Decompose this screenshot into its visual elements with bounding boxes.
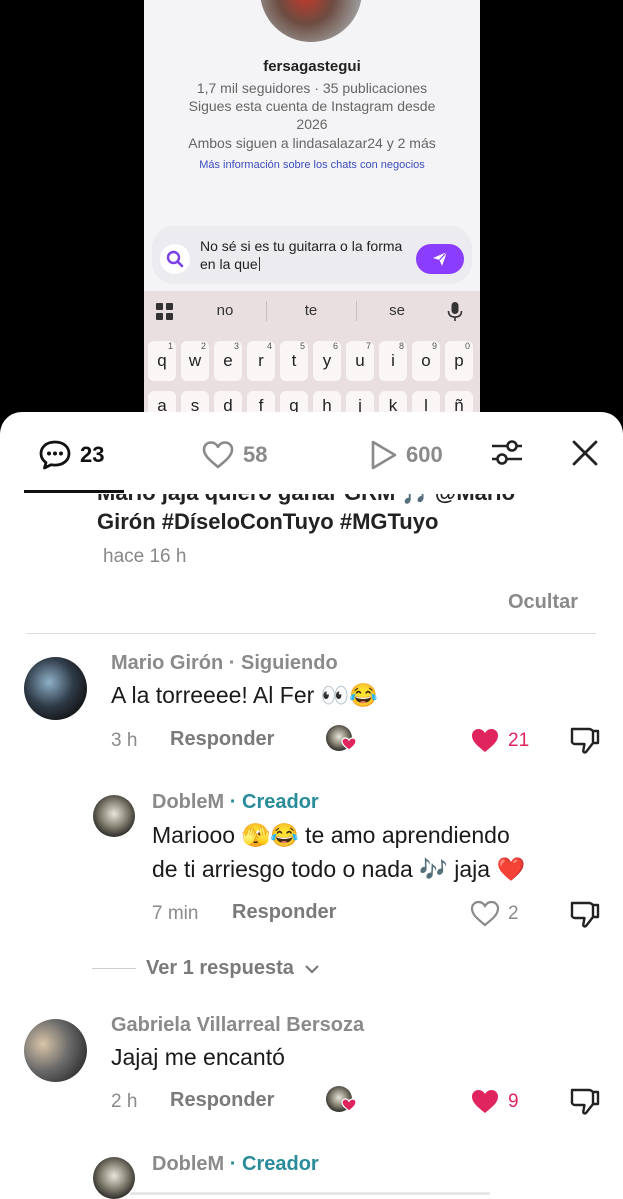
creator-tag: · Creador: [229, 791, 319, 813]
hide-button[interactable]: Ocultar: [508, 591, 578, 614]
comment-text: A la torreeee! Al Fer 👀😂: [111, 682, 378, 708]
apps-grid-icon: [156, 303, 174, 321]
profile-stats: 1,7 mil seguidores · 35 publicaciones: [196, 80, 428, 96]
views-count: 600: [406, 442, 443, 467]
like-count: 2: [508, 902, 519, 924]
follow-since-year: 2026: [296, 116, 328, 132]
key-i: 8i: [379, 341, 407, 381]
profile-avatar: [260, 0, 362, 42]
heart-icon: [341, 1098, 357, 1112]
suggestion-3: se: [389, 302, 405, 319]
business-chat-info-link: Más información sobre los chats con nego…: [199, 159, 425, 171]
creator-liked-indicator: [326, 725, 357, 755]
caption-text: Girón #DíseloConTuyo #MGTuyo: [97, 509, 439, 534]
microphone-icon: [447, 301, 463, 328]
key-w: 2w: [181, 341, 209, 381]
like-button[interactable]: 9: [470, 1088, 519, 1115]
divider: [356, 301, 357, 321]
dislike-icon[interactable]: [569, 1086, 601, 1121]
follow-since-line: Sigues esta cuenta de Instagram desde: [188, 98, 436, 114]
comments-tab-bar: 23 58 600: [0, 412, 623, 494]
tab-comments[interactable]: 23: [38, 437, 104, 473]
view-replies-button[interactable]: Ver 1 respuesta: [92, 957, 320, 980]
key-e: 3e: [214, 341, 242, 381]
reply-button[interactable]: Responder: [170, 728, 274, 751]
key-o: 9o: [412, 341, 440, 381]
comment-author[interactable]: Gabriela Villarreal Bersoza: [111, 1014, 364, 1037]
comment-time: 2 h: [111, 1091, 138, 1112]
divider: [266, 301, 267, 321]
view-replies-label: Ver 1 respuesta: [146, 957, 294, 979]
message-composer: No sé si es tu guitarra o la forma en la…: [152, 226, 472, 284]
like-count: 21: [508, 729, 530, 751]
profile-username: fersagastegui: [263, 58, 361, 75]
like-button[interactable]: 21: [470, 727, 529, 754]
suggestion-row: no te se: [144, 291, 480, 331]
avatar[interactable]: [24, 1019, 87, 1082]
comment-text: Jajaj me encantó: [111, 1044, 285, 1070]
comment-text-line-1: Mariooo 🫣😂 te amo aprendiendo: [152, 822, 510, 848]
play-icon: [371, 440, 397, 470]
screen: fersagastegui 1,7 mil seguidores · 35 pu…: [0, 0, 623, 1199]
comment-bubble-icon: [39, 440, 71, 470]
tab-likes[interactable]: 58: [201, 437, 267, 473]
text-cursor: [258, 257, 260, 271]
key-t: 5t: [280, 341, 308, 381]
reply-button[interactable]: Responder: [232, 901, 336, 924]
creator-liked-indicator: [326, 1086, 357, 1116]
divider: [92, 968, 136, 969]
keyboard: no te se 1q2w3e4r5t6y7u8i9o0p asdfghjklñ: [144, 291, 480, 430]
heart-filled-icon: [472, 1090, 498, 1113]
avatar[interactable]: [93, 1157, 135, 1199]
chevron-down-icon: [305, 964, 319, 974]
reply-button[interactable]: Responder: [170, 1089, 274, 1112]
tab-views[interactable]: 600: [368, 437, 443, 473]
comment-time: 7 min: [152, 903, 199, 924]
comment-time: 3 h: [111, 730, 138, 751]
likes-count: 58: [243, 442, 268, 467]
following-tag: · Siguiendo: [228, 652, 338, 674]
suggestion-2: te: [304, 302, 318, 319]
key-p: 0p: [445, 341, 473, 381]
comments-sheet: 23 58 600 Mario jaja quiero ganar GRM 🎵 …: [0, 412, 623, 1199]
key-y: 6y: [313, 341, 341, 381]
like-button[interactable]: 2: [470, 900, 519, 927]
video-player[interactable]: fersagastegui 1,7 mil seguidores · 35 pu…: [0, 0, 623, 430]
video-content-phone-screen: fersagastegui 1,7 mil seguidores · 35 pu…: [144, 0, 480, 430]
heart-outline-icon: [470, 900, 500, 927]
message-text: No sé si es tu guitarra o la forma en la…: [200, 238, 403, 272]
close-icon[interactable]: [570, 438, 600, 473]
comment-author[interactable]: Mario Girón · Siguiendo: [111, 652, 338, 675]
creator-tag: · Creador: [229, 1153, 319, 1175]
comment-author[interactable]: DobleM · Creador: [152, 791, 319, 814]
avatar[interactable]: [93, 795, 135, 837]
avatar[interactable]: [24, 657, 87, 720]
send-icon: [416, 244, 464, 274]
dislike-icon[interactable]: [569, 899, 601, 934]
key-q: 1q: [148, 341, 176, 381]
like-count: 9: [508, 1090, 519, 1112]
comments-count: 23: [80, 442, 105, 467]
home-indicator: [130, 1192, 490, 1195]
suggestion-1: no: [216, 302, 234, 319]
active-tab-indicator: [24, 490, 124, 493]
caption-time: hace 16 h: [103, 546, 187, 567]
filter-sliders-icon[interactable]: [490, 436, 524, 473]
heart-icon: [341, 737, 357, 751]
mutual-followers: Ambos siguen a lindasalazar24 y 2 más: [188, 135, 436, 151]
dislike-icon[interactable]: [569, 725, 601, 760]
comment-author[interactable]: DobleM · Creador: [152, 1153, 319, 1176]
comment-text-line-2: de ti arriesgo todo o nada 🎶 jaja ❤️: [152, 856, 526, 882]
heart-filled-icon: [472, 729, 498, 752]
search-icon: [160, 244, 190, 274]
heart-outline-icon: [202, 441, 234, 469]
divider: [26, 633, 596, 634]
key-r: 4r: [247, 341, 275, 381]
key-u: 7u: [346, 341, 374, 381]
